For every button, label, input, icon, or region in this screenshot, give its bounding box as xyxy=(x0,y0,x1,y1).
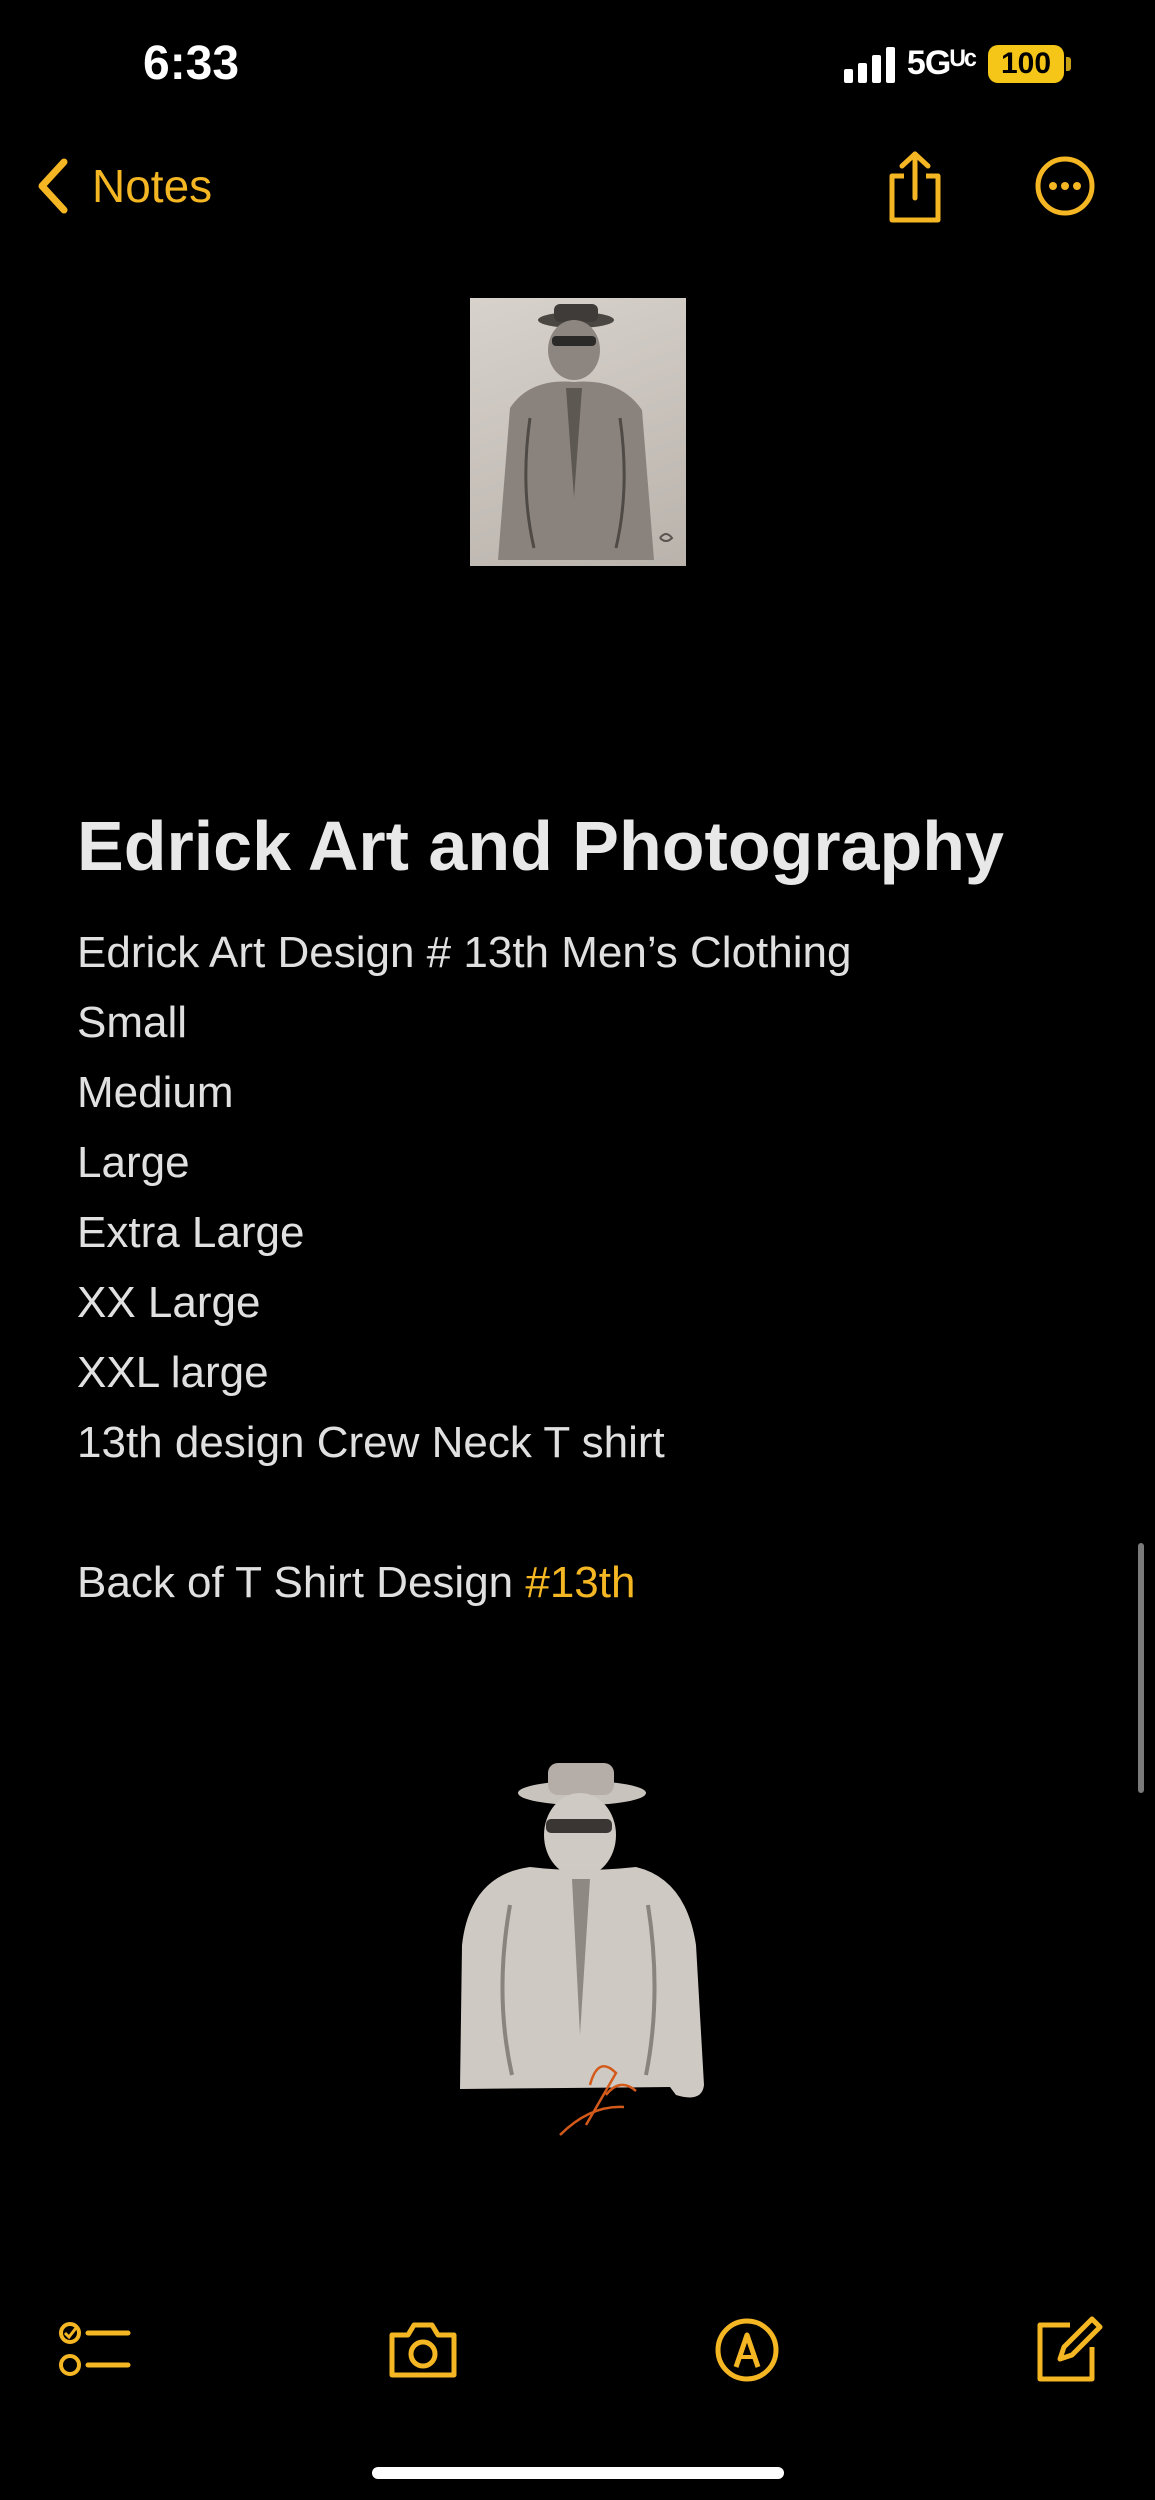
scroll-indicator[interactable] xyxy=(1138,1543,1144,1793)
hashtag-link[interactable]: #13th xyxy=(525,1558,635,1607)
note-line: Extra Large xyxy=(77,1208,305,1257)
back-to-notes-button[interactable]: Notes xyxy=(34,156,212,216)
back-label: Notes xyxy=(92,160,213,212)
compose-button[interactable] xyxy=(1030,2313,1104,2387)
markup-button[interactable] xyxy=(710,2313,784,2387)
note-body[interactable]: Edrick Art Design # 13th Men’s Clothing … xyxy=(77,918,851,1618)
note-line-back-design: Back of T Shirt Design #13th xyxy=(77,1548,851,1618)
back-line-text: Back of T Shirt Design xyxy=(77,1558,526,1607)
drawing-image-bottom[interactable] xyxy=(440,1755,720,2155)
more-icon[interactable] xyxy=(1034,155,1096,217)
note-line: 13th design Crew Neck T shirt xyxy=(77,1418,665,1467)
note-line: Large xyxy=(77,1138,190,1187)
share-icon[interactable] xyxy=(882,150,948,224)
status-time: 6:33 xyxy=(143,37,240,90)
status-indicators: 5Gᵁᶜ 100 xyxy=(843,44,1071,83)
note-line: Medium xyxy=(77,1068,234,1117)
note-line: Edrick Art Design # 13th Men’s Clothing xyxy=(77,928,852,977)
note-title[interactable]: Edrick Art and Photography xyxy=(77,806,1004,886)
signal-icon xyxy=(843,45,895,83)
compose-icon xyxy=(1037,2316,1103,2382)
camera-button[interactable] xyxy=(386,2313,460,2387)
camera-icon xyxy=(389,2322,457,2378)
network-label: 5Gᵁᶜ xyxy=(906,44,977,82)
note-line: XX Large xyxy=(77,1278,261,1327)
home-indicator[interactable] xyxy=(372,2467,784,2479)
battery-icon: 100 xyxy=(988,44,1071,83)
note-line: XXL large xyxy=(77,1348,269,1397)
chevron-left-icon xyxy=(38,158,68,214)
note-line: Small xyxy=(77,998,188,1047)
battery-level: 100 xyxy=(988,44,1064,83)
checklist-icon xyxy=(59,2322,131,2376)
drawing-image-top[interactable] xyxy=(470,298,686,566)
markup-icon xyxy=(715,2318,779,2382)
checklist-button[interactable] xyxy=(58,2313,132,2387)
